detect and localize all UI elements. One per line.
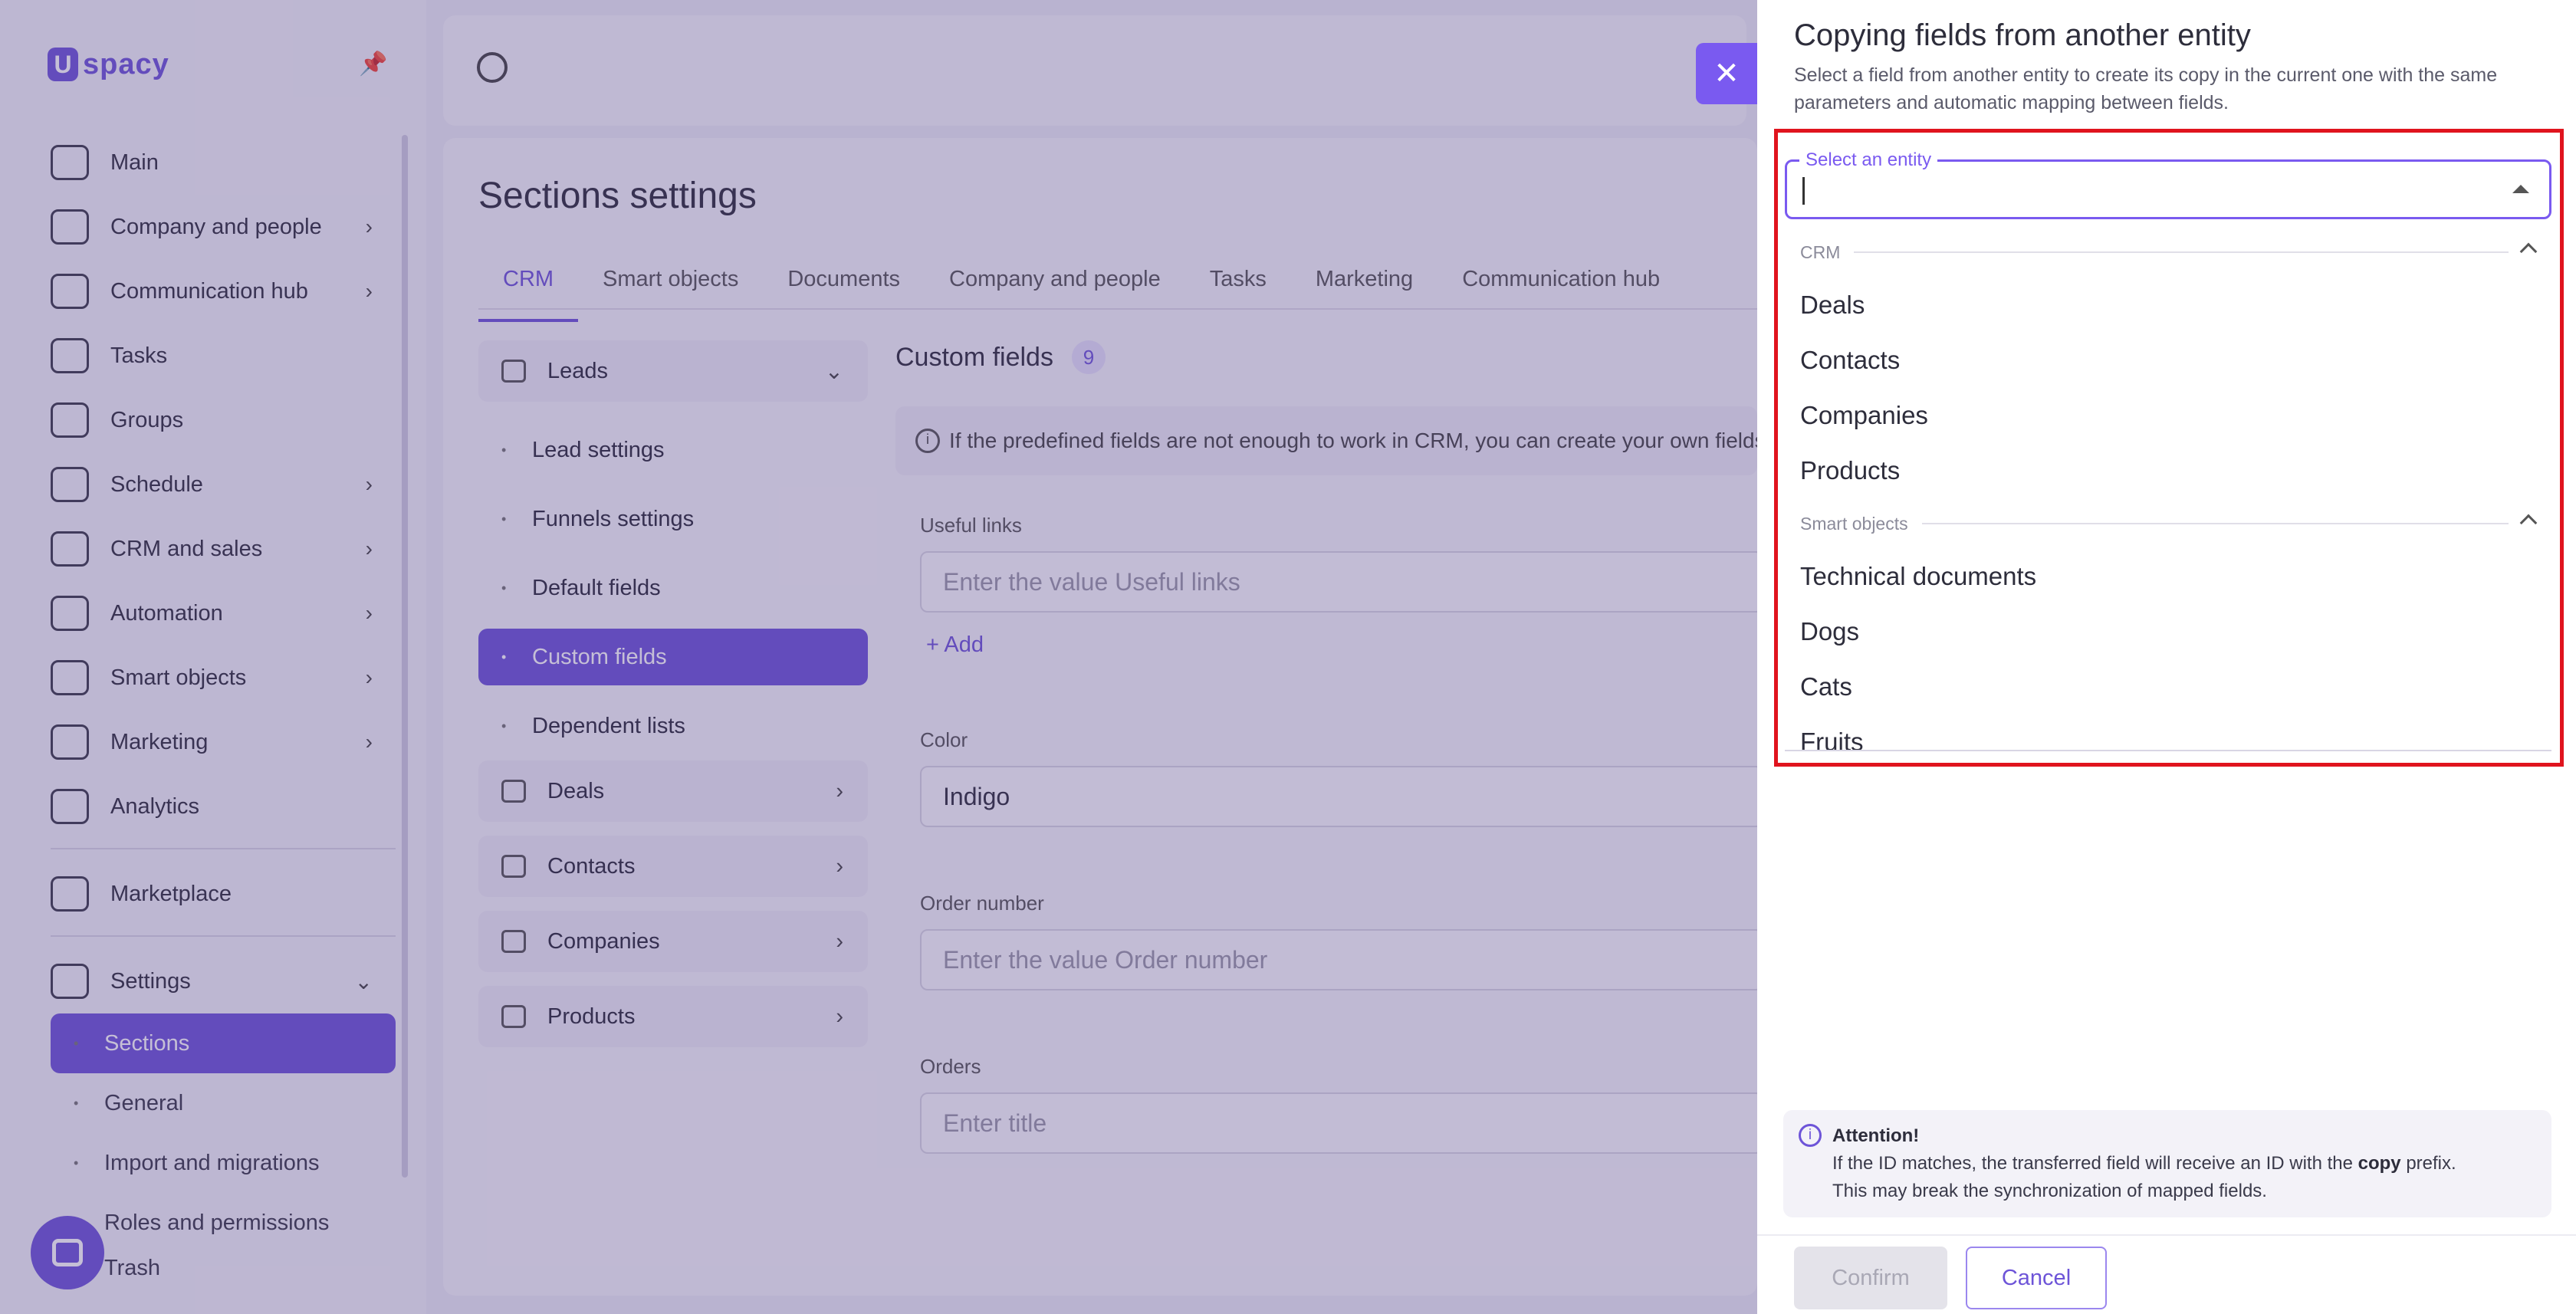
panel-title: Copying fields from another entity [1794, 18, 2251, 52]
confirm-button[interactable]: Confirm [1794, 1247, 1947, 1309]
dropdown-option[interactable]: Companies [1785, 388, 2551, 443]
attention-text: prefix. [2400, 1153, 2456, 1174]
dropdown-option[interactable]: Technical documents [1785, 549, 2551, 604]
caret-up-icon[interactable] [2512, 185, 2529, 193]
dropdown-option[interactable]: Products [1785, 443, 2551, 498]
attention-line-2: This may break the synchronization of ma… [1832, 1181, 2267, 1201]
dropdown-option[interactable]: Deals [1785, 278, 2551, 333]
close-panel-button[interactable]: ✕ [1696, 43, 1757, 104]
dropdown-option[interactable]: Cats [1785, 659, 2551, 714]
attention-text: If the ID matches, the transferred field… [1832, 1153, 2358, 1174]
dropdown-group-label: CRM [1800, 241, 1841, 262]
attention-line-1: If the ID matches, the transferred field… [1832, 1150, 2536, 1178]
dropdown-option[interactable]: Dogs [1785, 604, 2551, 659]
info-icon: i [1799, 1124, 1822, 1147]
attention-bold-text: copy [2358, 1153, 2401, 1174]
attention-notice: i Attention! If the ID matches, the tran… [1783, 1110, 2551, 1217]
entity-select-label: Select an entity [1799, 149, 1938, 171]
modal-overlay[interactable] [0, 0, 1757, 1314]
chevron-up-icon[interactable] [2519, 514, 2538, 532]
dropdown-group-label: Smart objects [1800, 513, 1908, 534]
dropdown-group-crm[interactable]: CRM [1785, 227, 2551, 278]
entity-select[interactable]: Select an entity [1785, 149, 2551, 219]
panel-subtitle: Select a field from another entity to cr… [1794, 64, 2498, 113]
dropdown-option[interactable]: Fruits [1785, 714, 2551, 750]
dropdown-group-smart-objects[interactable]: Smart objects [1785, 498, 2551, 549]
attention-title: Attention! [1832, 1125, 1920, 1146]
divider [1921, 523, 2509, 524]
entity-dropdown: CRM Deals Contacts Companies Products Sm… [1785, 227, 2551, 751]
text-caret [1802, 177, 1805, 205]
copy-fields-panel: Copying fields from another entity Selec… [1757, 0, 2576, 1314]
divider [1854, 251, 2509, 253]
cancel-button[interactable]: Cancel [1966, 1247, 2107, 1309]
dropdown-option[interactable]: Contacts [1785, 333, 2551, 388]
chevron-up-icon[interactable] [2519, 242, 2538, 261]
panel-footer: Confirm Cancel [1757, 1234, 2576, 1314]
